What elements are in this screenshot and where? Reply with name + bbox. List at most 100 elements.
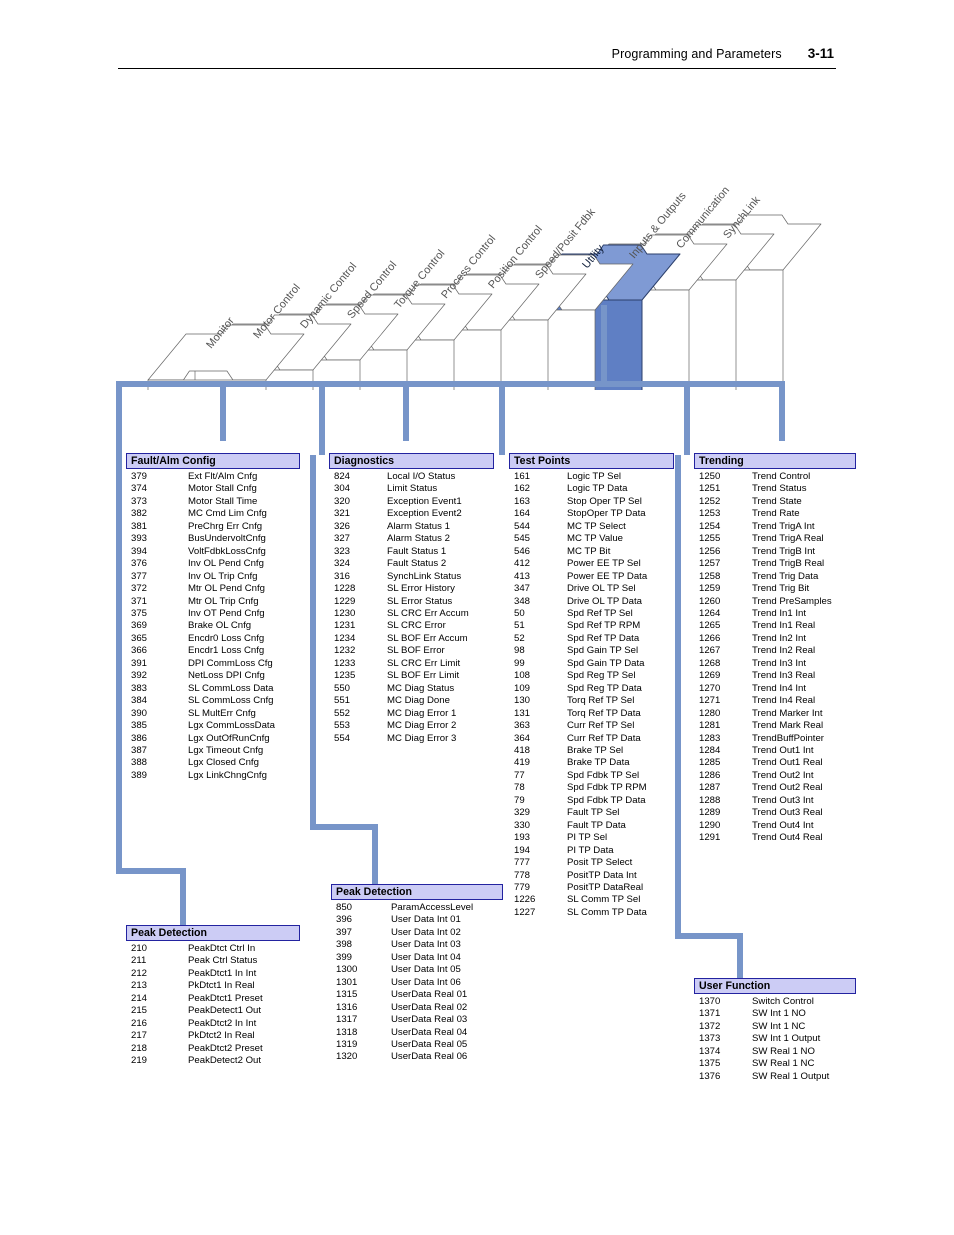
page-header: Programming and Parameters 3-11 <box>118 46 836 82</box>
parameter-number: 1254 <box>699 520 721 532</box>
parameter-name: Limit Status <box>387 483 438 495</box>
parameter-number: 1285 <box>699 757 721 769</box>
parameter-row: 1258 Trend Trig Data <box>694 571 856 583</box>
parameter-name: Trend Out3 Real <box>752 807 823 819</box>
folder-tab-stack: SynchLink Communication Inputs & Outputs Ut… <box>0 130 954 390</box>
parameter-row: 330 Fault TP Data <box>509 820 674 832</box>
connector-elbow-userfunc-vertical <box>675 455 681 939</box>
parameter-name: Brake TP Sel <box>567 744 624 756</box>
parameter-name: Trend TrigB Int <box>752 545 816 557</box>
parameter-row: 1373 SW Int 1 Output <box>694 1033 856 1045</box>
parameter-name: Trend Out2 Real <box>752 782 823 794</box>
parameter-row: 329 Fault TP Sel <box>509 807 674 819</box>
parameter-name: UserData Real 02 <box>391 1001 468 1013</box>
parameter-name: SL Error History <box>387 583 455 595</box>
parameter-number: 1319 <box>336 1038 358 1050</box>
parameter-name: NetLoss DPI Cnfg <box>188 670 265 682</box>
parameter-name: Fault Status 1 <box>387 545 447 557</box>
parameter-row: 215 PeakDetect1 Out <box>126 1005 300 1017</box>
parameter-name: User Data Int 03 <box>391 939 461 951</box>
parameter-name: SW Int 1 NC <box>752 1020 806 1032</box>
parameter-number: 320 <box>334 495 351 507</box>
parameter-number: 51 <box>514 620 525 632</box>
parameter-row: 1255 Trend TrigA Real <box>694 533 856 545</box>
header-rule <box>118 68 836 69</box>
parameter-number: 379 <box>131 471 148 482</box>
connector-drop-trending <box>684 381 690 455</box>
parameter-row: 1315 UserData Real 01 <box>331 989 503 1001</box>
parameter-row: 1281 Trend Mark Real <box>694 720 856 732</box>
parameter-row: 377 Inv OL Trip Cnfg <box>126 571 300 583</box>
parameter-name: Trend In4 Real <box>752 695 816 707</box>
parameter-number: 1256 <box>699 545 721 557</box>
parameter-row: 1376 SW Real 1 Output <box>694 1071 856 1083</box>
parameter-number: 550 <box>334 682 351 694</box>
parameter-number: 372 <box>131 583 148 595</box>
parameter-row: 216 PeakDtct2 In Int <box>126 1018 300 1030</box>
parameter-row: 1259 Trend Trig Bit <box>694 583 856 595</box>
parameter-number: 386 <box>131 732 148 744</box>
parameter-row: 1260 Trend PreSamples <box>694 596 856 608</box>
group-header-test-points: Test Points <box>509 453 674 469</box>
parameter-number: 377 <box>131 570 148 582</box>
parameter-name: Spd Ref TP Data <box>567 632 640 644</box>
parameter-number: 327 <box>334 533 351 545</box>
parameter-number: 419 <box>514 757 531 769</box>
parameter-number: 304 <box>334 483 351 495</box>
parameter-row: 1370 Switch Control <box>694 996 856 1008</box>
parameter-number: 1228 <box>334 583 356 595</box>
parameter-row: 108 Spd Reg TP Sel <box>509 670 674 682</box>
parameter-number: 374 <box>131 483 148 495</box>
parameter-name: SL CommLoss Data <box>188 682 274 694</box>
parameter-row: 219 PeakDetect2 Out <box>126 1055 300 1067</box>
parameter-number: 779 <box>514 881 531 893</box>
parameter-name: PeakDtct1 In Int <box>188 967 257 979</box>
group-rows-diagnostics: 824 Local I/O Status 304 Limit Status 320 Exc… <box>329 471 494 745</box>
parameter-name: User Data Int 04 <box>391 951 461 963</box>
parameter-number: 161 <box>514 471 531 482</box>
parameter-row: 388 Lgx Closed Cnfg <box>126 757 300 769</box>
parameter-number: 1280 <box>699 707 721 719</box>
parameter-number: 1257 <box>699 558 721 570</box>
parameter-name: Trend Out4 Real <box>752 832 823 844</box>
parameter-number: 1316 <box>336 1001 358 1013</box>
parameter-name: SL BOF Error <box>387 645 445 657</box>
parameter-number: 1291 <box>699 832 721 844</box>
parameter-number: 1260 <box>699 595 721 607</box>
parameter-name: Trend Mark Real <box>752 720 824 732</box>
parameter-name: SynchLink Status <box>387 570 462 582</box>
parameter-name: Trend In3 Int <box>752 657 807 669</box>
parameter-name: TrendBuffPointer <box>752 732 824 744</box>
parameter-row: 1253 Trend Rate <box>694 508 856 520</box>
parameter-number: 164 <box>514 508 531 520</box>
parameter-row: 1300 User Data Int 05 <box>331 964 503 976</box>
parameter-row: 365 Encdr0 Loss Cnfg <box>126 633 300 645</box>
parameter-name: Trend Out2 Int <box>752 769 814 781</box>
parameter-name: User Data Int 06 <box>391 976 461 988</box>
parameter-row: 824 Local I/O Status <box>329 471 494 483</box>
parameter-row: 1234 SL BOF Err Accum <box>329 633 494 645</box>
parameter-name: Alarm Status 1 <box>387 520 450 532</box>
parameter-name: UserData Real 05 <box>391 1038 468 1050</box>
parameter-number: 554 <box>334 732 351 744</box>
parameter-name: Trend Trig Bit <box>752 583 810 595</box>
group-rows-test-points: 161 Logic TP Sel 162 Logic TP Data 163 Stop O… <box>509 471 674 919</box>
parameter-row: 396 User Data Int 01 <box>331 914 503 926</box>
parameter-row: 210 PeakDtct Ctrl In <box>126 943 300 955</box>
parameter-number: 385 <box>131 720 148 732</box>
parameter-name: Local I/O Status <box>387 471 456 482</box>
parameter-number: 394 <box>131 545 148 557</box>
parameter-name: Spd Ref TP Sel <box>567 607 633 619</box>
page-title: Programming and Parameters <box>611 47 782 61</box>
parameter-number: 1227 <box>514 906 536 918</box>
parameter-row: 217 PkDtct2 In Real <box>126 1030 300 1042</box>
parameter-row: 320 Exception Event1 <box>329 496 494 508</box>
parameter-row: 1317 UserData Real 03 <box>331 1014 503 1026</box>
folder-front-face[interactable] <box>147 379 267 390</box>
parameter-row: 393 BusUndervoltCnfg <box>126 533 300 545</box>
parameter-row: 109 Spd Reg TP Data <box>509 683 674 695</box>
parameter-name: SL Comm TP Data <box>567 906 647 918</box>
parameter-name: Trend Rate <box>752 508 800 520</box>
parameter-number: 364 <box>514 732 531 744</box>
parameter-number: 1266 <box>699 632 721 644</box>
